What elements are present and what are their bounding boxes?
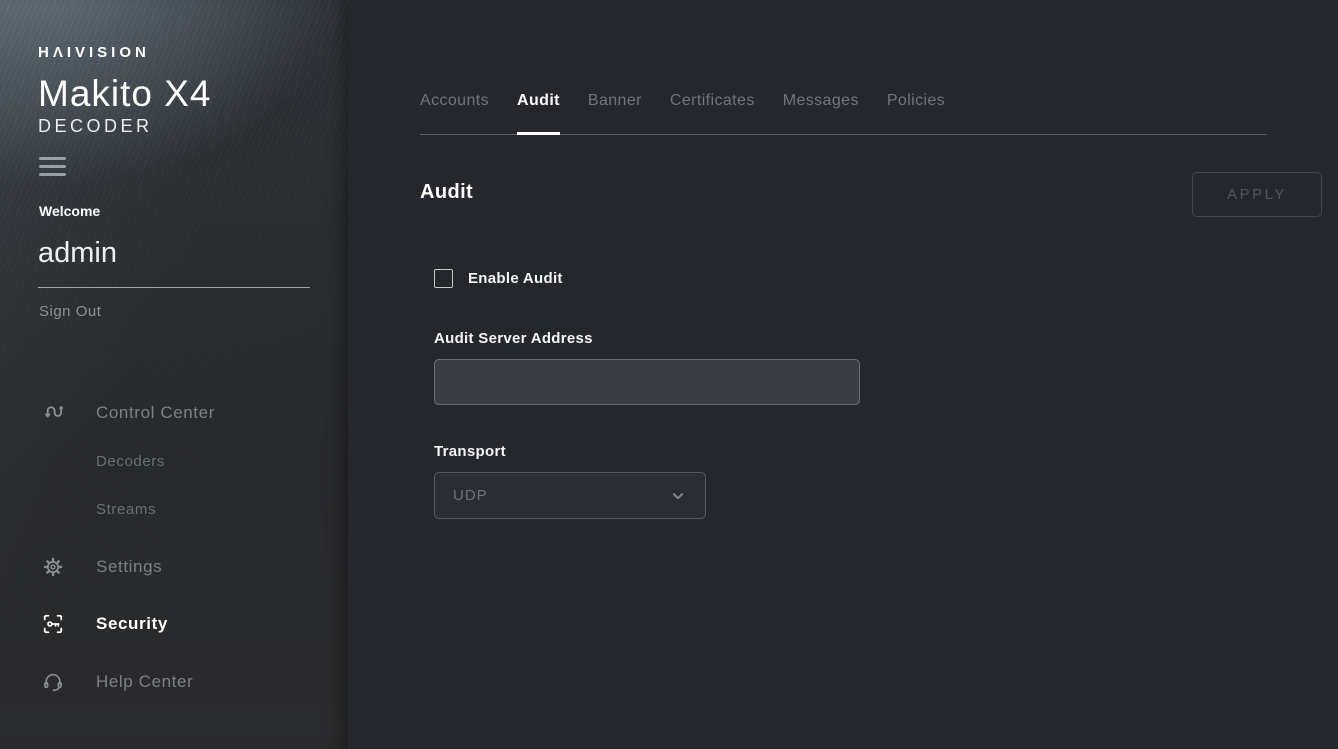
chevron-down-icon: [669, 487, 687, 505]
product-name: Makito X4: [38, 75, 348, 112]
welcome-label: Welcome: [39, 203, 348, 219]
audit-form: Enable Audit Audit Server Address Transp…: [434, 269, 860, 519]
sidebar-item-label: Decoders: [96, 453, 165, 470]
sidebar-divider: [38, 287, 310, 288]
page-title: Audit: [420, 181, 473, 204]
product-subtitle: DECODER: [38, 116, 348, 137]
tab-audit[interactable]: Audit: [517, 92, 560, 110]
sidebar-item-decoders[interactable]: Decoders: [0, 450, 348, 472]
transport-label: Transport: [434, 443, 860, 460]
audit-server-address-input[interactable]: [434, 359, 860, 405]
apply-button[interactable]: APPLY: [1192, 172, 1322, 217]
sign-out-link[interactable]: Sign Out: [39, 303, 101, 320]
main-content: Accounts Audit Banner Certificates Messa…: [348, 0, 1338, 749]
tab-bar: Accounts Audit Banner Certificates Messa…: [420, 92, 1267, 135]
tab-policies[interactable]: Policies: [887, 92, 945, 110]
transport-selected-value: UDP: [453, 487, 488, 504]
sidebar-item-help-center[interactable]: Help Center: [0, 671, 348, 693]
sidebar-item-label: Streams: [96, 501, 156, 518]
tab-accounts[interactable]: Accounts: [420, 92, 489, 110]
route-icon: [42, 402, 96, 424]
sidebar-item-label: Help Center: [96, 672, 193, 692]
tab-messages[interactable]: Messages: [783, 92, 859, 110]
key-frame-icon: [42, 613, 96, 635]
sidebar-item-settings[interactable]: Settings: [0, 556, 348, 578]
sidebar-item-streams[interactable]: Streams: [0, 498, 348, 520]
sidebar-item-label: Security: [96, 614, 168, 634]
tab-banner[interactable]: Banner: [588, 92, 642, 110]
sidebar-item-control-center[interactable]: Control Center: [0, 402, 348, 424]
haivision-logo: HΛIVISION: [38, 44, 348, 61]
enable-audit-label[interactable]: Enable Audit: [468, 270, 563, 287]
sidebar-item-label: Control Center: [96, 403, 215, 423]
transport-select[interactable]: UDP: [434, 472, 706, 519]
audit-server-address-label: Audit Server Address: [434, 330, 860, 347]
sidebar: HΛIVISION Makito X4 DECODER Welcome admi…: [0, 0, 348, 749]
enable-audit-checkbox[interactable]: [434, 269, 453, 288]
enable-audit-row: Enable Audit: [434, 269, 860, 288]
sidebar-item-security[interactable]: Security: [0, 613, 348, 635]
sidebar-item-label: Settings: [96, 557, 162, 577]
tab-certificates[interactable]: Certificates: [670, 92, 755, 110]
username: admin: [38, 237, 348, 270]
gear-icon: [42, 556, 96, 578]
sidebar-nav: Control Center Decoders Streams: [0, 402, 348, 693]
headset-icon: [42, 671, 96, 693]
brand-block: HΛIVISION Makito X4 DECODER: [0, 0, 348, 137]
hamburger-menu-icon[interactable]: [39, 157, 66, 176]
